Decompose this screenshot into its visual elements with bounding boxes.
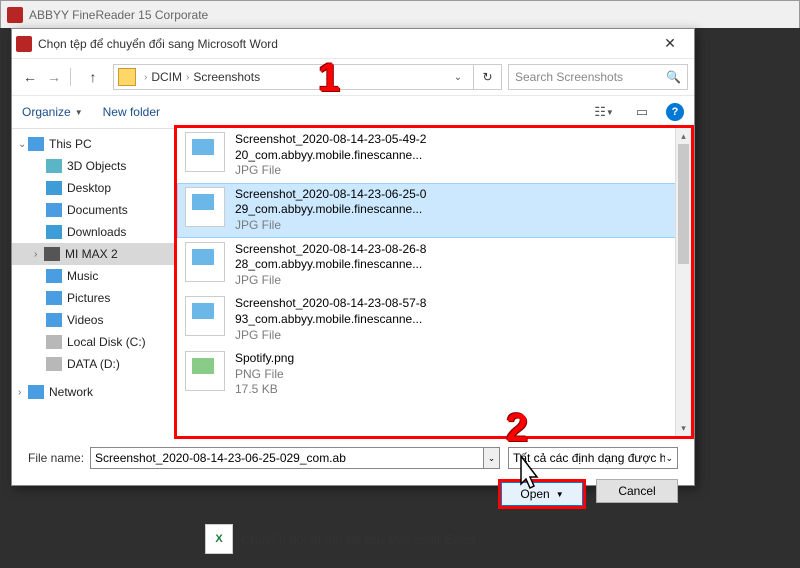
organize-label: Organize (22, 105, 71, 119)
filename-dropdown[interactable]: ⌄ (484, 447, 500, 469)
open-button[interactable]: Open ▼ (501, 482, 583, 506)
file-name-2: 20_com.abbyy.mobile.finescanne... (235, 148, 426, 164)
nav-local-disk-c[interactable]: Local Disk (C:) (12, 331, 174, 353)
nav-desktop[interactable]: Desktop (12, 177, 174, 199)
file-thumbnail-icon (185, 242, 225, 282)
file-name: Screenshot_2020-08-14-23-08-26-8 (235, 242, 426, 258)
chevron-down-icon: ⌄ (665, 453, 673, 464)
file-name: Screenshot_2020-08-14-23-08-57-8 (235, 296, 426, 312)
filename-input[interactable] (90, 447, 484, 469)
file-item[interactable]: Screenshot_2020-08-14-23-05-49-2 20_com.… (177, 128, 691, 183)
file-name: Spotify.png (235, 351, 294, 367)
nav-bar: ← → ↑ › DCIM › Screenshots ⌄ ↻ Search Sc… (12, 59, 694, 95)
up-button[interactable]: ↑ (81, 65, 105, 89)
nav-data-d[interactable]: DATA (D:) (12, 353, 174, 375)
file-item-selected[interactable]: Screenshot_2020-08-14-23-06-25-0 29_com.… (177, 183, 691, 238)
separator (70, 68, 71, 86)
nav-network[interactable]: ›Network (12, 381, 174, 403)
nav-this-pc[interactable]: ⌄This PC (12, 133, 174, 155)
file-item[interactable]: Spotify.png PNG File 17.5 KB (177, 347, 691, 402)
app-icon (7, 7, 23, 23)
nav-pictures[interactable]: Pictures (12, 287, 174, 309)
app-titlebar[interactable]: ABBYY FineReader 15 Corporate (0, 0, 800, 28)
file-thumbnail-icon (185, 296, 225, 336)
file-type: JPG File (235, 273, 426, 289)
scrollbar[interactable]: ▴ ▾ (675, 128, 691, 436)
file-list[interactable]: Screenshot_2020-08-14-23-05-49-2 20_com.… (177, 128, 691, 436)
file-type: JPG File (235, 328, 426, 344)
open-button-highlight: Open ▼ (498, 479, 586, 509)
excel-label: Chuyển đổi thành tài liệu Microsoft Exce… (241, 532, 476, 547)
file-name-2: 29_com.abbyy.mobile.finescanne... (235, 202, 426, 218)
file-type: JPG File (235, 163, 426, 179)
crumb-dcim[interactable]: DCIM (151, 70, 182, 84)
scroll-thumb[interactable] (678, 144, 689, 264)
file-type-filter[interactable]: Tất cả các định dạng được hỗ t ⌄ (508, 447, 678, 469)
dialog-title: Chọn tệp để chuyển đổi sang Microsoft Wo… (38, 37, 650, 51)
folder-icon (118, 68, 136, 86)
file-name-2: 28_com.abbyy.mobile.finescanne... (235, 257, 426, 273)
crumb-screenshots[interactable]: Screenshots (193, 70, 260, 84)
button-row: Open ▼ Cancel (12, 475, 694, 519)
file-name-2: 93_com.abbyy.mobile.finescanne... (235, 312, 426, 328)
main-area: ⌄This PC 3D Objects Desktop Documents Do… (12, 129, 694, 439)
file-type: PNG File (235, 367, 294, 383)
chevron-down-icon: ▼ (556, 490, 564, 499)
excel-icon: X (205, 524, 233, 554)
dialog-icon (16, 36, 32, 52)
file-list-highlight: Screenshot_2020-08-14-23-05-49-2 20_com.… (174, 125, 694, 439)
file-thumbnail-icon (185, 132, 225, 172)
organize-menu[interactable]: Organize ▼ (22, 105, 83, 119)
breadcrumb[interactable]: › DCIM › Screenshots ⌄ (113, 64, 474, 90)
cancel-button[interactable]: Cancel (596, 479, 678, 503)
nav-videos[interactable]: Videos (12, 309, 174, 331)
file-name: Screenshot_2020-08-14-23-05-49-2 (235, 132, 426, 148)
dialog-titlebar[interactable]: Chọn tệp để chuyển đổi sang Microsoft Wo… (12, 29, 694, 59)
new-folder-button[interactable]: New folder (103, 105, 160, 119)
nav-downloads[interactable]: Downloads (12, 221, 174, 243)
nav-documents[interactable]: Documents (12, 199, 174, 221)
preview-pane-button[interactable]: ▭ (628, 101, 656, 123)
nav-music[interactable]: Music (12, 265, 174, 287)
chevron-right-icon: › (182, 72, 193, 83)
search-icon: 🔍 (666, 70, 681, 84)
filename-label: File name: (28, 451, 84, 465)
scroll-down-icon[interactable]: ▾ (676, 420, 691, 436)
search-input[interactable]: Search Screenshots 🔍 (508, 64, 688, 90)
help-button[interactable]: ? (666, 103, 684, 121)
chevron-right-icon: › (140, 72, 151, 83)
scroll-up-icon[interactable]: ▴ (676, 128, 691, 144)
file-size: 17.5 KB (235, 382, 294, 398)
file-name: Screenshot_2020-08-14-23-06-25-0 (235, 187, 426, 203)
nav-mi-max-2[interactable]: ›MI MAX 2 (12, 243, 174, 265)
close-button[interactable]: ✕ (650, 30, 690, 58)
search-placeholder: Search Screenshots (515, 70, 623, 84)
app-title: ABBYY FineReader 15 Corporate (29, 8, 208, 22)
toolbar: Organize ▼ New folder ☷ ▼ ▭ ? (12, 95, 694, 129)
nav-3d-objects[interactable]: 3D Objects (12, 155, 174, 177)
file-item[interactable]: Screenshot_2020-08-14-23-08-26-8 28_com.… (177, 238, 691, 293)
view-mode-button[interactable]: ☷ ▼ (590, 101, 618, 123)
file-open-dialog: Chọn tệp để chuyển đổi sang Microsoft Wo… (11, 28, 695, 486)
file-thumbnail-icon (185, 351, 225, 391)
file-thumbnail-icon (185, 187, 225, 227)
file-item[interactable]: Screenshot_2020-08-14-23-08-57-8 93_com.… (177, 292, 691, 347)
file-type: JPG File (235, 218, 426, 234)
filename-row: File name: ⌄ Tất cả các định dạng được h… (12, 439, 694, 475)
navigation-pane[interactable]: ⌄This PC 3D Objects Desktop Documents Do… (12, 129, 174, 439)
back-button[interactable]: ← (18, 65, 42, 89)
refresh-button[interactable]: ↻ (474, 64, 502, 90)
forward-button[interactable]: → (42, 65, 66, 89)
excel-convert-row[interactable]: X Chuyển đổi thành tài liệu Microsoft Ex… (205, 524, 476, 554)
breadcrumb-dropdown[interactable]: ⌄ (443, 65, 473, 89)
chevron-down-icon: ▼ (75, 108, 83, 117)
